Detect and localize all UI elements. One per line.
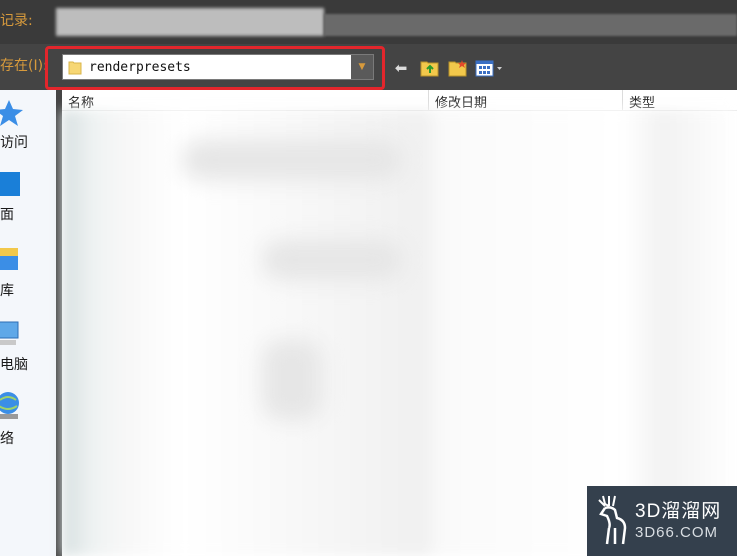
deer-logo-icon bbox=[598, 495, 627, 545]
back-button[interactable]: ⬅ bbox=[393, 57, 409, 79]
folder-up-icon bbox=[420, 61, 439, 77]
watermark-logo: 3D溜溜网 3D66.COM bbox=[587, 486, 737, 556]
desktop-icon bbox=[0, 172, 20, 196]
sidebar-item-network[interactable]: 络 bbox=[0, 390, 56, 450]
history-bar: 记录: bbox=[0, 0, 737, 44]
column-header-modified[interactable]: 修改日期 bbox=[435, 92, 487, 111]
sidebar-item-label: 访问 bbox=[0, 135, 28, 151]
column-header-type[interactable]: 类型 bbox=[629, 92, 655, 111]
save-in-label: 存在(I): bbox=[0, 58, 48, 74]
sidebar-item-quick-access[interactable]: 访问 bbox=[0, 94, 56, 154]
computer-icon bbox=[0, 321, 19, 345]
history-label: 记录: bbox=[0, 13, 33, 29]
sidebar-item-label: 面 bbox=[0, 207, 14, 223]
view-menu-button[interactable] bbox=[474, 57, 504, 79]
places-sidebar: 访问 面 库 电脑 络 bbox=[0, 90, 56, 556]
watermark-title: 3D溜溜网 bbox=[635, 501, 722, 522]
history-field-extension bbox=[324, 14, 737, 36]
star-icon bbox=[0, 100, 23, 126]
blurred-region bbox=[182, 140, 402, 180]
new-folder-icon bbox=[448, 60, 467, 77]
new-folder-button[interactable] bbox=[447, 57, 469, 79]
up-one-level-button[interactable] bbox=[419, 57, 441, 79]
library-icon bbox=[0, 248, 18, 270]
blurred-region bbox=[262, 340, 322, 420]
view-grid-icon bbox=[475, 60, 502, 77]
blurred-region bbox=[262, 240, 402, 280]
column-header-name[interactable]: 名称 bbox=[68, 92, 94, 111]
file-list-header: 名称 修改日期 类型 bbox=[62, 90, 737, 111]
back-arrow-icon: ⬅ bbox=[394, 59, 408, 77]
column-divider[interactable] bbox=[428, 90, 429, 110]
sidebar-item-computer[interactable]: 电脑 bbox=[0, 316, 56, 376]
sidebar-item-label: 电脑 bbox=[0, 357, 28, 373]
sidebar-item-desktop[interactable]: 面 bbox=[0, 168, 56, 228]
sidebar-item-library[interactable]: 库 bbox=[0, 242, 56, 302]
sidebar-item-label: 络 bbox=[0, 431, 14, 447]
sidebar-item-label: 库 bbox=[0, 283, 14, 299]
history-field[interactable] bbox=[56, 8, 324, 36]
network-icon bbox=[0, 392, 19, 419]
watermark-subtitle: 3D66.COM bbox=[635, 524, 719, 541]
annotation-highlight-box bbox=[45, 46, 385, 90]
column-divider[interactable] bbox=[622, 90, 623, 110]
